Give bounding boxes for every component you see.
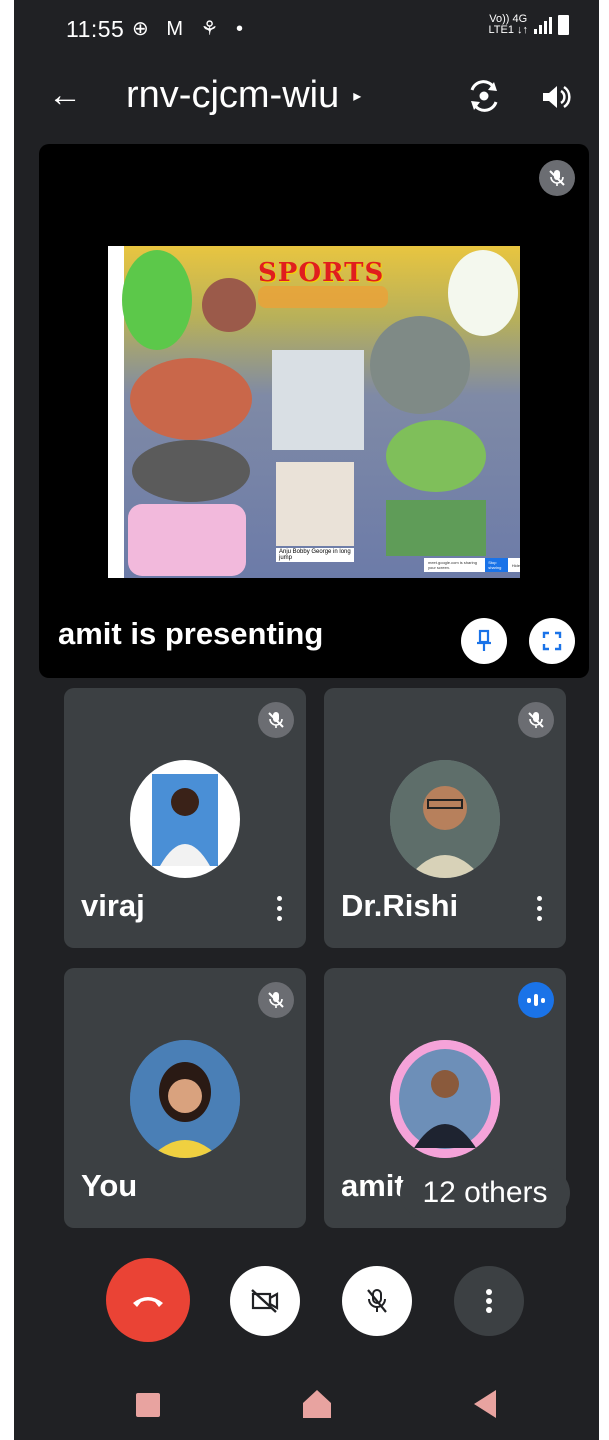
status-time: 11:55 [66, 16, 125, 42]
others-count-pill[interactable]: 12 others [400, 1168, 570, 1218]
tug-of-war-image [370, 316, 470, 414]
slide-caption: Anju Bobby George in long jump [276, 548, 354, 562]
slide-title: SPORTS [258, 258, 385, 288]
signal-icon [534, 16, 552, 34]
audio-level-icon [518, 982, 554, 1018]
tennis-image [132, 440, 250, 502]
participant-tile-dr-rishi[interactable]: Dr.Rishi [324, 688, 566, 948]
back-arrow-icon[interactable]: ← [48, 76, 82, 115]
notification-icons: ⊕ M ⚘ • [132, 18, 250, 40]
share-notice: meet.google.com is sharing your screen. [428, 560, 477, 570]
javelin-image [386, 500, 486, 556]
participant-name: viraj [81, 888, 145, 923]
camera-switch-icon[interactable] [466, 78, 502, 114]
presentation-tile[interactable]: SPORTS Anju Bobby George in long jump me… [39, 144, 589, 678]
participant-name: Dr.Rishi [341, 888, 459, 923]
avatar [390, 760, 500, 878]
mic-off-icon [258, 982, 294, 1018]
yoga-image [128, 504, 246, 576]
status-bar: 11:55 ⊕ M ⚘ • Vo)) 4G LTE1 ↓↑ [14, 0, 599, 62]
fullscreen-icon [542, 631, 562, 651]
athletes-banner [258, 286, 388, 308]
participant-tile-viraj[interactable]: viraj [64, 688, 306, 948]
mic-toggle-button[interactable] [342, 1266, 412, 1336]
footballer-image [122, 250, 192, 350]
network-indicator: Vo)) 4G LTE1 ↓↑ [488, 14, 528, 36]
screen-share-banner: meet.google.com is sharing your screen. … [424, 558, 520, 572]
fullscreen-button[interactable] [529, 618, 575, 664]
avatar [390, 1040, 500, 1158]
mic-off-icon [518, 702, 554, 738]
recents-icon[interactable] [136, 1393, 160, 1417]
kabaddi-image [130, 358, 252, 440]
camera-toggle-button[interactable] [230, 1266, 300, 1336]
mic-off-icon [367, 1289, 387, 1313]
participant-name: amit [341, 1168, 405, 1203]
hurdles-image [386, 420, 486, 492]
meeting-header: ← rnv-cjcm-wiu ▸ [14, 62, 599, 134]
video-off-icon [251, 1289, 279, 1313]
meeting-code: rnv-cjcm-wiu [126, 74, 340, 116]
mic-off-icon [539, 160, 575, 196]
home-icon[interactable] [302, 1388, 332, 1420]
more-options-button[interactable] [454, 1266, 524, 1336]
mic-off-icon [258, 702, 294, 738]
meet-screen: 11:55 ⊕ M ⚘ • Vo)) 4G LTE1 ↓↑ ← rnv-cjcm… [14, 0, 599, 1440]
shared-slide: SPORTS Anju Bobby George in long jump me… [108, 246, 520, 578]
participant-tile-you[interactable]: You [64, 968, 306, 1228]
participant-name: You [81, 1168, 138, 1203]
battery-icon [558, 15, 569, 35]
chevron-right-icon: ▸ [353, 87, 362, 105]
more-vertical-icon [486, 1289, 492, 1313]
avatar [130, 1040, 240, 1158]
back-triangle-icon[interactable] [472, 1388, 498, 1420]
player-image [202, 278, 256, 332]
system-icons: Vo)) 4G LTE1 ↓↑ [488, 14, 569, 36]
end-call-button[interactable] [106, 1258, 190, 1342]
stop-sharing-button[interactable]: Stop sharing [485, 558, 508, 572]
speaker-icon[interactable] [539, 80, 573, 114]
hide-button[interactable]: Hide [512, 563, 520, 568]
network-bottom: LTE1 ↓↑ [488, 24, 528, 36]
meeting-title[interactable]: rnv-cjcm-wiu ▸ [126, 74, 361, 117]
phone-hangup-icon [133, 1297, 163, 1307]
presenting-label: amit is presenting [58, 616, 324, 651]
long-jump-image [276, 462, 354, 546]
pin-icon [477, 629, 491, 651]
more-vertical-icon[interactable] [277, 896, 282, 921]
pin-button[interactable] [461, 618, 507, 664]
cricket-collage [272, 350, 364, 450]
more-vertical-icon[interactable] [537, 896, 542, 921]
runner-image [448, 250, 518, 336]
avatar [130, 760, 240, 878]
